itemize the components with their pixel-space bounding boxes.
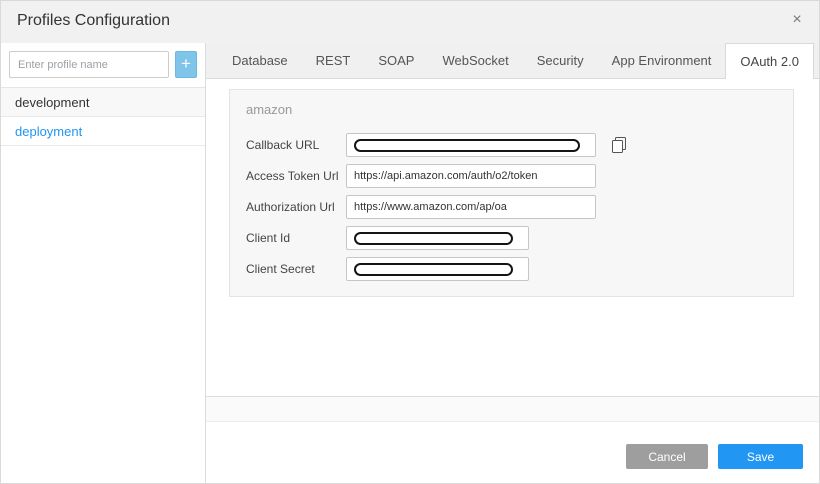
field-row-access-token-url: Access Token Url xyxy=(246,164,777,188)
tab-app-environment[interactable]: App Environment xyxy=(598,43,726,78)
save-button[interactable]: Save xyxy=(718,444,803,469)
access-token-url-input[interactable] xyxy=(346,164,596,188)
client-id-input[interactable] xyxy=(346,226,529,250)
tab-database[interactable]: Database xyxy=(218,43,302,78)
profiles-list: development deployment xyxy=(1,87,205,146)
callback-url-label: Callback URL xyxy=(246,138,346,152)
profile-item-deployment[interactable]: deployment xyxy=(1,117,205,146)
dialog-title: Profiles Configuration xyxy=(17,12,170,30)
profile-entry-row: + xyxy=(1,43,205,87)
main-panel: Database REST SOAP WebSocket Security Ap… xyxy=(206,43,819,483)
content-footer-strip xyxy=(206,396,819,422)
profiles-sidebar: + development deployment xyxy=(1,43,206,484)
close-icon[interactable]: × xyxy=(787,11,807,29)
client-secret-input[interactable] xyxy=(346,257,529,281)
tab-rest[interactable]: REST xyxy=(302,43,365,78)
field-row-callback-url: Callback URL xyxy=(246,133,777,157)
cancel-button[interactable]: Cancel xyxy=(626,444,708,469)
authorization-url-input[interactable] xyxy=(346,195,596,219)
tab-security[interactable]: Security xyxy=(523,43,598,78)
profile-name-input[interactable] xyxy=(9,51,169,78)
field-row-authorization-url: Authorization Url xyxy=(246,195,777,219)
redacted-value xyxy=(354,232,513,245)
field-row-client-id: Client Id xyxy=(246,226,777,250)
callback-url-input[interactable] xyxy=(346,133,596,157)
oauth-amazon-group: amazon Callback URL Access Token Url xyxy=(229,89,794,297)
field-row-client-secret: Client Secret xyxy=(246,257,777,281)
copy-icon[interactable] xyxy=(610,136,628,155)
authorization-url-label: Authorization Url xyxy=(246,200,346,214)
redacted-value xyxy=(354,139,580,152)
add-profile-button[interactable]: + xyxy=(175,51,197,78)
access-token-url-label: Access Token Url xyxy=(246,169,346,183)
profile-item-development[interactable]: development xyxy=(1,88,205,117)
client-id-label: Client Id xyxy=(246,231,346,245)
tab-websocket[interactable]: WebSocket xyxy=(428,43,522,78)
dialog-header: Profiles Configuration × xyxy=(1,1,819,43)
tab-soap[interactable]: SOAP xyxy=(364,43,428,78)
client-secret-label: Client Secret xyxy=(246,262,346,276)
tab-bar: Database REST SOAP WebSocket Security Ap… xyxy=(206,43,819,79)
tab-oauth-2-0[interactable]: OAuth 2.0 xyxy=(725,43,814,79)
redacted-value xyxy=(354,263,513,276)
group-title: amazon xyxy=(246,102,777,117)
profiles-configuration-dialog: Profiles Configuration × + development d… xyxy=(0,0,820,484)
